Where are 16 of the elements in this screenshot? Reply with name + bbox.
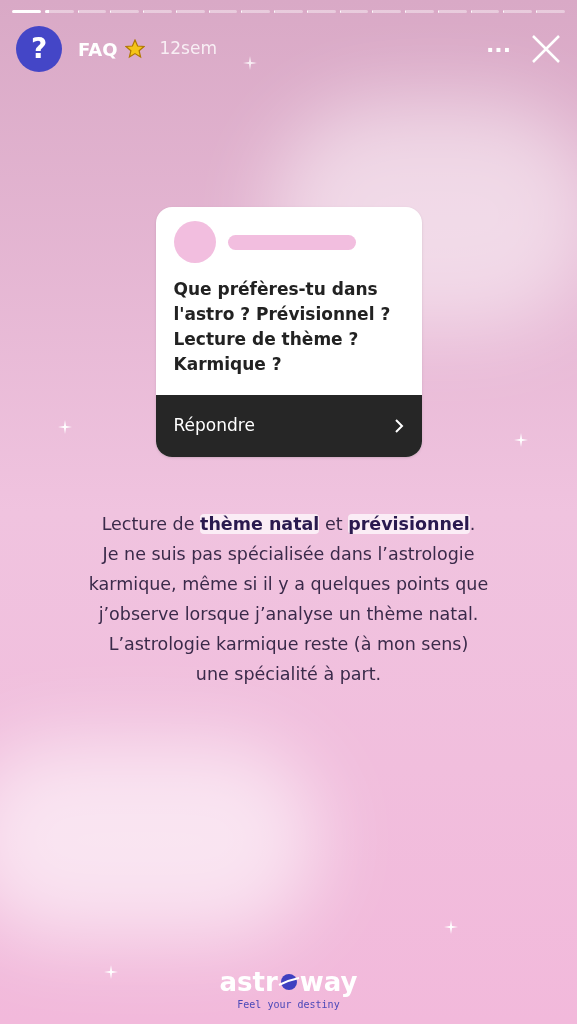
- post-time: 12sem: [159, 37, 217, 61]
- reply-button[interactable]: Répondre: [155, 395, 422, 457]
- close-icon[interactable]: [531, 34, 561, 64]
- chevron-right-icon: [393, 418, 404, 434]
- sparkle-icon: [514, 433, 528, 447]
- sparkle-icon: [444, 920, 458, 934]
- glowing-star-icon: [125, 39, 146, 59]
- question-mark-avatar[interactable]: ?: [16, 26, 62, 72]
- sparkle-icon: [104, 965, 118, 979]
- answer-paragraph: Lecture de thème natal et prévisionnel. Je ne suis pas spécialisée dans l’astrologie karmique, même si il y a quelques points que j’observe lorsque j’analyse un thème natal. L’astrologie karmique reste (à mon sens) une spécialité à part.: [87, 513, 490, 686]
- logo-tagline: Feel your destiny: [237, 998, 340, 1012]
- astroway-logo: astr way: [219, 969, 358, 995]
- sparkle-icon: [243, 56, 257, 70]
- question-text: Que préfères-tu dans l'astro ? Prévisionnel ? Lecture de thème ? Karmique ?: [172, 278, 392, 376]
- sparkle-icon: [58, 420, 72, 434]
- planet-icon: [277, 971, 300, 993]
